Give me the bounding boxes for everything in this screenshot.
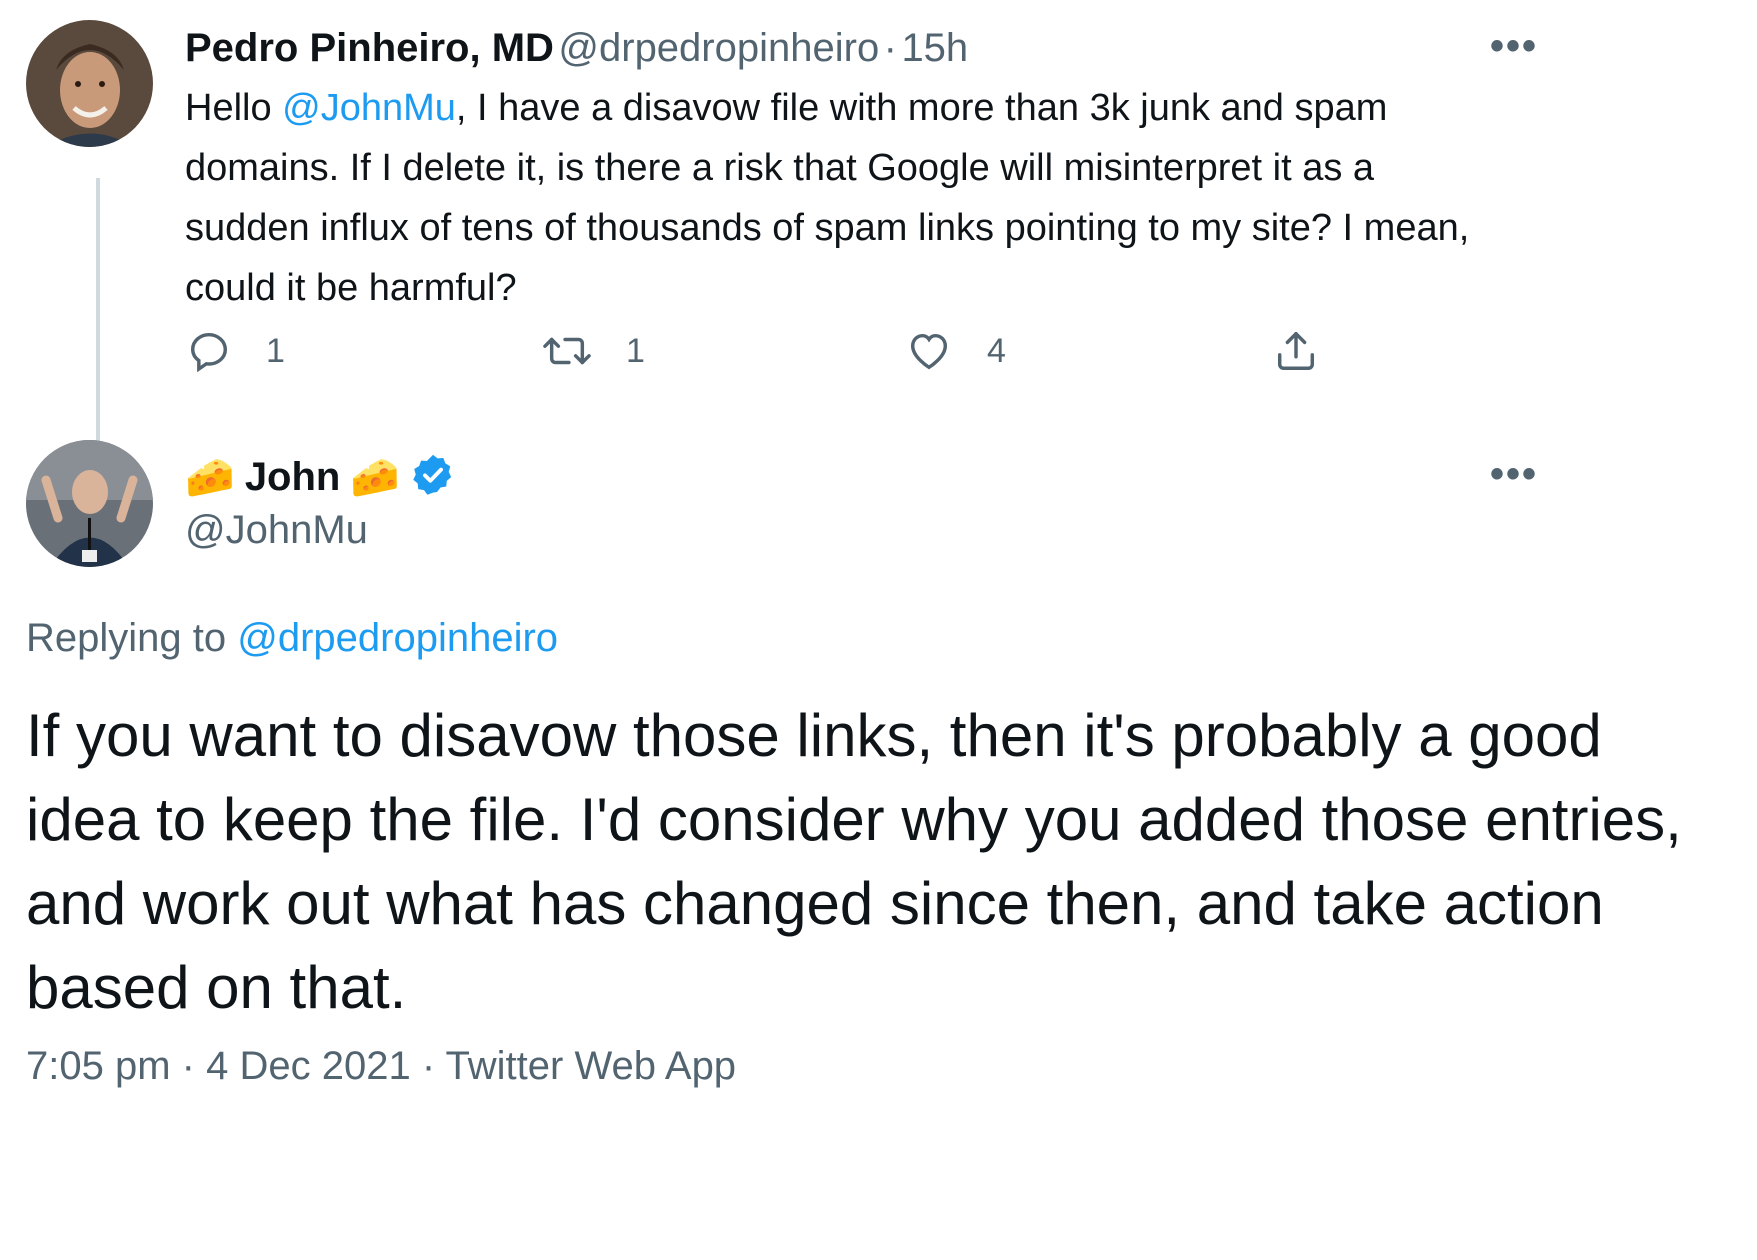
tweet-source[interactable]: Twitter Web App [446, 1044, 737, 1088]
parent-tweet-text: Hello @JohnMu, I have a disavow file wit… [185, 78, 1505, 318]
reply-more-icon[interactable]: ••• [1490, 452, 1538, 497]
tweet-meta: 7:05 pm · 4 Dec 2021 · Twitter Web App [26, 1044, 736, 1089]
retweet-icon [542, 328, 592, 374]
replying-to-label: Replying to [26, 616, 238, 660]
parent-author-avatar[interactable] [26, 20, 153, 147]
cheese-icon: 🧀 [185, 455, 235, 500]
parent-time-ago[interactable]: 15h [901, 26, 968, 70]
reply-icon [186, 328, 232, 374]
tweet-time[interactable]: 7:05 pm [26, 1044, 171, 1088]
reply-count: 1 [266, 331, 285, 370]
parent-author-name[interactable]: Pedro Pinheiro, MD [185, 26, 554, 70]
reply-button[interactable]: 1 [186, 328, 285, 374]
verified-badge-icon[interactable] [410, 452, 456, 503]
mention-link[interactable]: @JohnMu [282, 87, 456, 129]
retweet-button[interactable]: 1 [542, 328, 645, 374]
reply-tweet-text: If you want to disavow those links, then… [26, 702, 1682, 1021]
parent-text-start: Hello [185, 87, 283, 129]
thread-connector-line [96, 178, 100, 480]
header-separator: · [883, 26, 897, 70]
retweet-count: 1 [626, 331, 645, 370]
meta-separator: · [421, 1044, 436, 1088]
replying-to-line: Replying to @drpedropinheiro [26, 616, 558, 661]
like-count: 4 [987, 331, 1006, 370]
reply-author-handle[interactable]: @JohnMu [185, 508, 368, 553]
parent-author-handle[interactable]: @drpedropinheiro [558, 26, 879, 70]
parent-more-icon[interactable]: ••• [1490, 24, 1538, 69]
cheese-icon: 🧀 [350, 455, 401, 500]
share-icon[interactable] [1272, 328, 1320, 379]
meta-separator: · [181, 1044, 195, 1088]
like-button[interactable]: 4 [905, 328, 1006, 374]
parent-tweet-header: Pedro Pinheiro, MD @drpedropinheiro · 15… [185, 26, 968, 71]
reply-author-avatar[interactable] [26, 440, 153, 567]
reply-author-name[interactable]: John [245, 455, 341, 500]
like-icon [905, 328, 953, 374]
replying-to-handle[interactable]: @drpedropinheiro [237, 616, 558, 660]
reply-author-name-row: 🧀 John 🧀 [185, 452, 456, 503]
tweet-date[interactable]: 4 Dec 2021 [206, 1044, 411, 1088]
